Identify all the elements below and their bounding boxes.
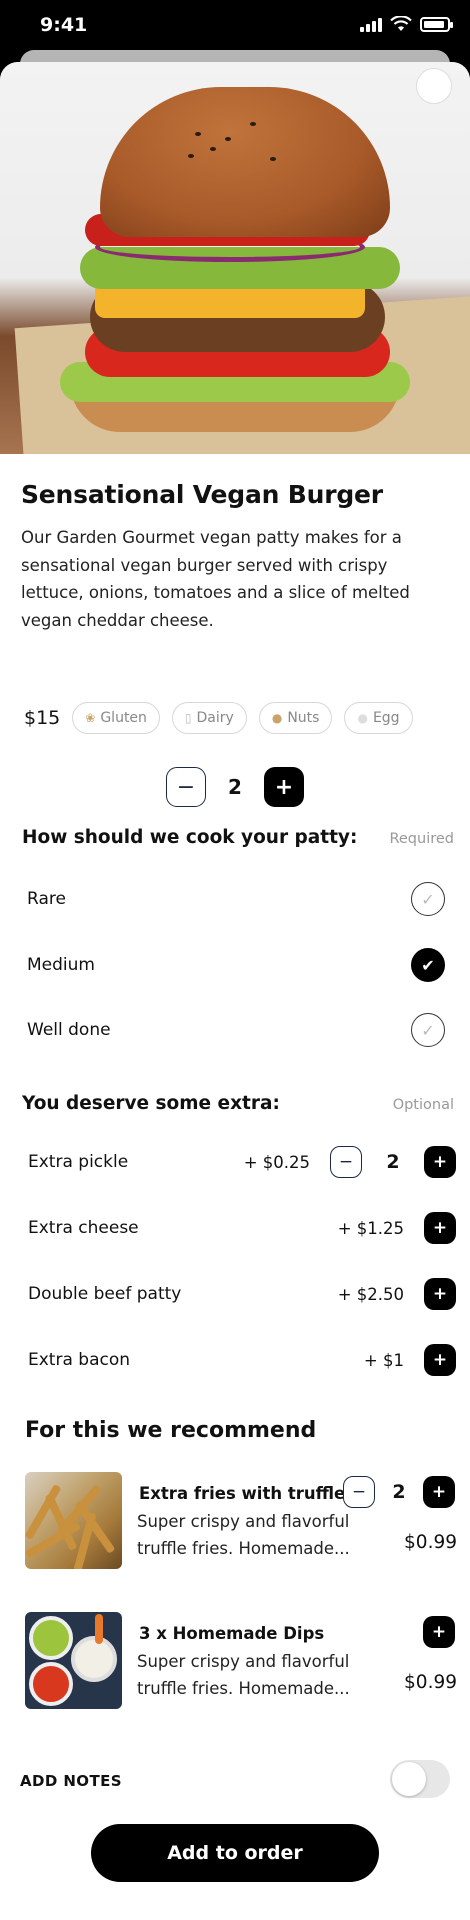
extra-name: Extra bacon bbox=[28, 1350, 131, 1370]
required-tag: Required bbox=[389, 831, 454, 847]
extra-increase-button[interactable]: + bbox=[424, 1146, 456, 1178]
extras-heading: You deserve some extra: bbox=[22, 1093, 280, 1114]
extra-quantity: 2 bbox=[386, 1151, 400, 1173]
extra-price: + $1 bbox=[363, 1350, 404, 1370]
product-quantity-stepper: − 2 + bbox=[0, 767, 470, 807]
cook-option-medium[interactable]: Medium ✔ bbox=[27, 948, 445, 982]
extra-price: + $0.25 bbox=[243, 1152, 310, 1172]
peanut-icon: ● bbox=[271, 711, 283, 725]
decrease-quantity-button[interactable]: − bbox=[166, 767, 206, 807]
recommend-add-button[interactable]: + bbox=[423, 1616, 455, 1648]
recommend-heading: For this we recommend bbox=[25, 1418, 317, 1443]
allergen-chip: ❀ Gluten bbox=[72, 702, 160, 734]
radio-unchecked-icon[interactable]: ✓ bbox=[411, 1013, 445, 1047]
favorite-button[interactable] bbox=[416, 68, 452, 104]
extra-item-pickle: Extra pickle + $0.25 − 2 + bbox=[28, 1145, 456, 1179]
fries-image bbox=[25, 1472, 122, 1569]
increase-quantity-button[interactable]: + bbox=[264, 767, 304, 807]
allergen-label: Gluten bbox=[100, 710, 147, 726]
radio-checked-icon[interactable]: ✔ bbox=[411, 948, 445, 982]
extra-item-cheese: Extra cheese + $1.25 + bbox=[28, 1211, 456, 1245]
extra-add-button[interactable]: + bbox=[424, 1344, 456, 1376]
product-price: $15 bbox=[24, 707, 61, 729]
optional-tag: Optional bbox=[392, 1097, 454, 1113]
option-label: Rare bbox=[27, 889, 66, 909]
recommend-description: Super crispy and flavorful truffle fries… bbox=[137, 1508, 373, 1562]
signal-icon bbox=[360, 18, 382, 32]
burger-image bbox=[0, 62, 470, 454]
toggle-knob bbox=[392, 1762, 426, 1796]
recommend-description: Super crispy and flavorful truffle fries… bbox=[137, 1648, 373, 1702]
dips-image bbox=[25, 1612, 122, 1709]
allergen-label: Dairy bbox=[196, 710, 234, 726]
extras-section-header: You deserve some extra: Optional bbox=[22, 1093, 454, 1114]
status-time: 9:41 bbox=[40, 14, 88, 36]
recommend-price: $0.99 bbox=[404, 1532, 457, 1553]
cook-option-rare[interactable]: Rare ✓ bbox=[27, 882, 445, 916]
allergen-chip: ● Egg bbox=[344, 702, 413, 734]
allergen-label: Nuts bbox=[287, 710, 320, 726]
recommend-item-dips: 3 x Homemade Dips Super crispy and flavo… bbox=[25, 1612, 457, 1712]
quantity-value: 2 bbox=[228, 775, 242, 799]
extra-name: Double beef patty bbox=[28, 1284, 182, 1304]
extra-item-bacon: Extra bacon + $1 + bbox=[28, 1343, 456, 1377]
extra-name: Extra cheese bbox=[28, 1218, 139, 1238]
recommend-decrease-button[interactable]: − bbox=[343, 1476, 375, 1508]
battery-icon bbox=[420, 17, 453, 32]
extra-add-button[interactable]: + bbox=[424, 1212, 456, 1244]
notes-toggle[interactable] bbox=[390, 1760, 450, 1798]
radio-unchecked-icon[interactable]: ✓ bbox=[411, 882, 445, 916]
extra-price: + $2.50 bbox=[337, 1284, 404, 1304]
option-label: Well done bbox=[27, 1020, 111, 1040]
price-row: $15 ❀ Gluten ▯ Dairy ● Nuts ● Egg bbox=[24, 702, 413, 734]
allergen-chip: ● Nuts bbox=[258, 702, 333, 734]
add-notes-label: ADD NOTES bbox=[20, 1772, 122, 1790]
recommend-desc-line: Super crispy and flavorful bbox=[137, 1652, 350, 1671]
extra-decrease-button[interactable]: − bbox=[330, 1146, 362, 1178]
recommend-price: $0.99 bbox=[404, 1672, 457, 1693]
extra-price: + $1.25 bbox=[337, 1218, 404, 1238]
recommend-name: Extra fries with truffle bbox=[139, 1484, 346, 1503]
egg-icon: ● bbox=[357, 711, 368, 725]
extra-name: Extra pickle bbox=[28, 1152, 129, 1172]
cook-option-well-done[interactable]: Well done ✓ bbox=[27, 1013, 445, 1047]
allergen-label: Egg bbox=[372, 710, 400, 726]
cooking-section-header: How should we cook your patty: Required bbox=[22, 827, 454, 848]
milk-icon: ▯ bbox=[184, 711, 192, 725]
product-title: Sensational Vegan Burger bbox=[21, 480, 383, 509]
product-sheet: Sensational Vegan Burger Our Garden Gour… bbox=[0, 62, 470, 1920]
recommend-quantity: 2 bbox=[392, 1481, 406, 1503]
status-bar: 9:41 bbox=[0, 0, 470, 52]
extra-item-double-patty: Double beef patty + $2.50 + bbox=[28, 1277, 456, 1311]
status-icons bbox=[360, 16, 453, 32]
recommend-desc-line: truffle fries. Homemade... bbox=[137, 1679, 350, 1698]
extra-add-button[interactable]: + bbox=[424, 1278, 456, 1310]
recommend-desc-line: Super crispy and flavorful bbox=[137, 1512, 350, 1531]
add-to-order-button[interactable]: Add to order bbox=[91, 1824, 379, 1882]
recommend-desc-line: truffle fries. Homemade... bbox=[137, 1539, 350, 1558]
allergen-chip: ▯ Dairy bbox=[171, 702, 247, 734]
wheat-icon: ❀ bbox=[85, 711, 96, 725]
wifi-icon bbox=[390, 16, 412, 31]
option-label: Medium bbox=[27, 955, 95, 975]
recommend-name: 3 x Homemade Dips bbox=[139, 1624, 325, 1643]
recommend-item-fries: Extra fries with truffle Super crispy an… bbox=[25, 1472, 457, 1572]
cooking-heading: How should we cook your patty: bbox=[22, 827, 358, 848]
product-description: Our Garden Gourmet vegan patty makes for… bbox=[21, 528, 410, 630]
recommend-increase-button[interactable]: + bbox=[423, 1476, 455, 1508]
